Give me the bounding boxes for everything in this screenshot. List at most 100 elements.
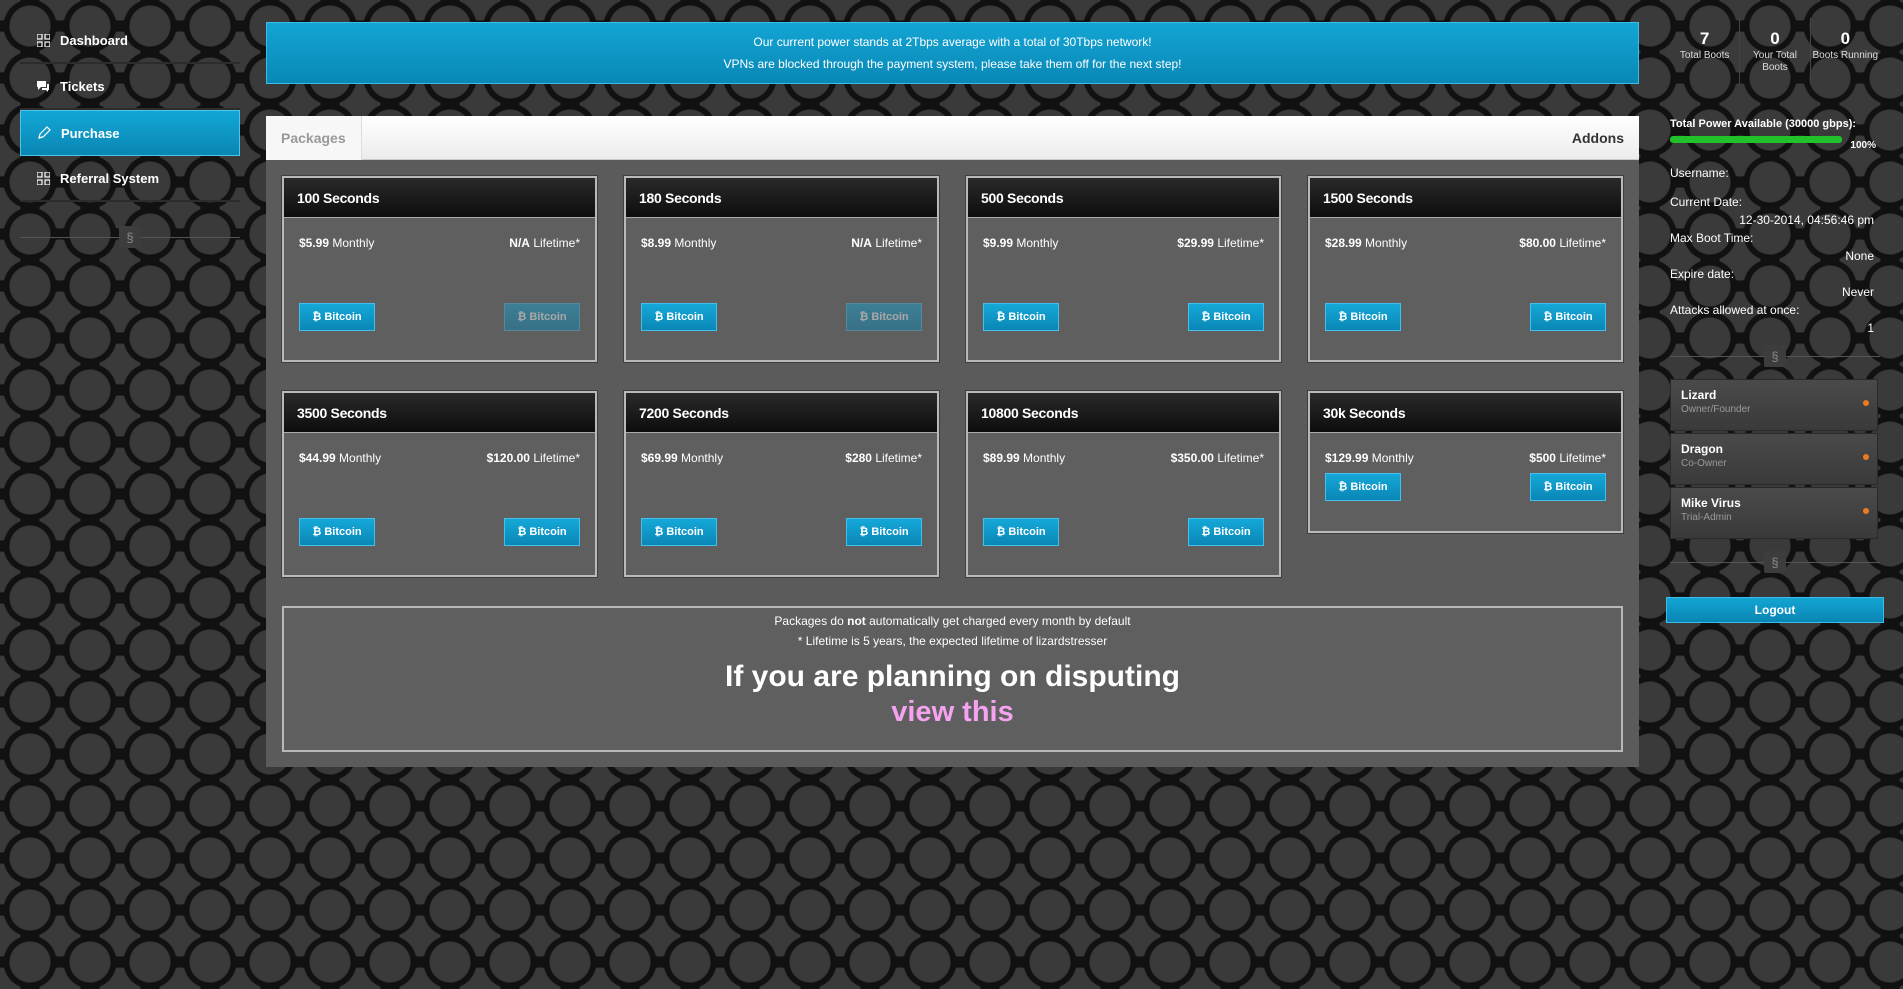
bitcoin-monthly-button[interactable]: ₿ Bitcoin [641, 518, 717, 546]
current-date-label: Current Date: [1670, 195, 1743, 209]
sidebar-item-dashboard[interactable]: Dashboard [20, 18, 240, 64]
section-icon: § [1764, 345, 1786, 367]
package-card: 1500 Seconds $28.99 Monthly $80.00 Lifet… [1308, 176, 1623, 362]
sidebar-item-label: Referral System [60, 170, 159, 186]
packages-panel: Packages Addons 100 Seconds $5.99 Monthl… [266, 115, 1639, 767]
pencil-icon [37, 126, 51, 140]
monthly-price: $69.99 Monthly [641, 451, 724, 465]
package-card: 7200 Seconds $69.99 Monthly $280 Lifetim… [624, 391, 939, 577]
bitcoin-lifetime-button[interactable]: ₿ Bitcoin [846, 303, 922, 331]
lifetime-price: $350.00 Lifetime* [1170, 451, 1264, 465]
monthly-price: $5.99 Monthly [299, 236, 375, 250]
bitcoin-monthly-button[interactable]: ₿ Bitcoin [299, 518, 375, 546]
grid-icon [36, 171, 50, 185]
package-title: 1500 Seconds [1310, 178, 1621, 218]
staff-name: Lizard [1681, 388, 1717, 402]
bitcoin-lifetime-button[interactable]: ₿ Bitcoin [504, 518, 580, 546]
staff-name: Dragon [1681, 442, 1723, 456]
right-divider: § [1670, 343, 1880, 369]
view-this-link[interactable]: view this [284, 696, 1621, 729]
monthly-price: $44.99 Monthly [299, 451, 382, 465]
monthly-price: $8.99 Monthly [641, 236, 717, 250]
attacks-label: Attacks allowed at once: [1670, 303, 1800, 317]
monthly-price: $129.99 Monthly [1325, 451, 1414, 465]
lifetime-price: $29.99 Lifetime* [1177, 236, 1264, 250]
staff-role: Co-Owner [1681, 458, 1727, 469]
tab-packages[interactable]: Packages [266, 115, 362, 160]
bitcoin-monthly-button[interactable]: ₿ Bitcoin [641, 303, 717, 331]
dispute-heading: If you are planning on disputing [725, 660, 1180, 693]
expire-value: Never [1841, 285, 1874, 299]
grid-icon [36, 33, 50, 47]
package-title: 7200 Seconds [626, 393, 937, 433]
package-title: 180 Seconds [626, 178, 937, 218]
logout-button[interactable]: Logout [1666, 597, 1884, 623]
stat-boots-running: 0 Boots Running [1812, 29, 1879, 61]
monthly-price: $28.99 Monthly [1325, 236, 1408, 250]
account-sidebar: 7 Total Boots 0 Your Total Boots 0 Boots… [1666, 18, 1884, 623]
tab-addons[interactable]: Addons [1572, 130, 1639, 146]
monthly-price: $9.99 Monthly [983, 236, 1059, 250]
lifetime-price: N/A Lifetime* [509, 236, 580, 250]
bitcoin-monthly-button[interactable]: ₿ Bitcoin [299, 303, 375, 331]
sidebar-divider: § [20, 224, 240, 250]
lifetime-price: $120.00 Lifetime* [486, 451, 580, 465]
max-boot-label: Max Boot Time: [1670, 231, 1754, 245]
bitcoin-lifetime-button[interactable]: ₿ Bitcoin [846, 518, 922, 546]
sidebar-item-label: Tickets [60, 78, 105, 94]
monthly-price: $89.99 Monthly [983, 451, 1066, 465]
max-boot-value: None [1845, 249, 1874, 263]
sidebar-item-purchase[interactable]: Purchase [20, 110, 240, 156]
bitcoin-lifetime-button[interactable]: ₿ Bitcoin [1530, 473, 1606, 501]
staff-role: Owner/Founder [1681, 404, 1751, 415]
announcement-banner: Our current power stands at 2Tbps averag… [266, 22, 1639, 84]
bitcoin-lifetime-button[interactable]: ₿ Bitcoin [1188, 518, 1264, 546]
bitcoin-monthly-button[interactable]: ₿ Bitcoin [983, 518, 1059, 546]
section-icon: § [119, 226, 141, 248]
bitcoin-lifetime-button[interactable]: ₿ Bitcoin [1188, 303, 1264, 331]
right-divider-2: § [1670, 549, 1880, 575]
banner-line-1: Our current power stands at 2Tbps averag… [753, 35, 1152, 49]
package-card: 10800 Seconds $89.99 Monthly $350.00 Lif… [966, 391, 1281, 577]
package-card: 3500 Seconds $44.99 Monthly $120.00 Life… [282, 391, 597, 577]
package-card: 180 Seconds $8.99 Monthly N/A Lifetime* … [624, 176, 939, 362]
bitcoin-lifetime-button[interactable]: ₿ Bitcoin [1530, 303, 1606, 331]
stat-total-boots: 7 Total Boots [1670, 18, 1741, 84]
current-date-value: 12-30-2014, 04:56:46 pm [1739, 213, 1874, 227]
bitcoin-lifetime-button[interactable]: ₿ Bitcoin [504, 303, 580, 331]
package-title: 30k Seconds [1310, 393, 1621, 433]
chat-icon [36, 79, 50, 93]
billing-notice: Packages do not automatically get charge… [282, 606, 1623, 752]
staff-item[interactable]: Mike Virus Trial-Admin [1670, 487, 1878, 539]
status-dot-icon [1863, 400, 1869, 406]
bitcoin-monthly-button[interactable]: ₿ Bitcoin [1325, 473, 1401, 501]
staff-item[interactable]: Dragon Co-Owner [1670, 433, 1878, 485]
lifetime-price: $500 Lifetime* [1529, 451, 1606, 465]
expire-label: Expire date: [1670, 267, 1735, 281]
status-dot-icon [1863, 454, 1869, 460]
package-title: 3500 Seconds [284, 393, 595, 433]
bitcoin-monthly-button[interactable]: ₿ Bitcoin [983, 303, 1059, 331]
sidebar-item-label: Purchase [61, 125, 120, 141]
notice-line-2: * Lifetime is 5 years, the expected life… [797, 634, 1108, 648]
power-percent: 100% [1850, 140, 1876, 151]
staff-role: Trial-Admin [1681, 512, 1732, 523]
package-title: 10800 Seconds [968, 393, 1279, 433]
staff-item[interactable]: Lizard Owner/Founder [1670, 379, 1878, 431]
status-dot-icon [1863, 508, 1869, 514]
sidebar-nav: Dashboard Tickets Purchase Referral Syst… [20, 18, 240, 250]
lifetime-price: $80.00 Lifetime* [1519, 236, 1606, 250]
staff-name: Mike Virus [1681, 496, 1741, 510]
stat-your-boots: 0 Your Total Boots [1740, 18, 1811, 84]
sidebar-item-tickets[interactable]: Tickets [20, 64, 240, 110]
package-card: 500 Seconds $9.99 Monthly $29.99 Lifetim… [966, 176, 1281, 362]
package-card: 100 Seconds $5.99 Monthly N/A Lifetime* … [282, 176, 597, 362]
sidebar-item-referral[interactable]: Referral System [20, 156, 240, 202]
attacks-value: 1 [1867, 321, 1874, 335]
bitcoin-monthly-button[interactable]: ₿ Bitcoin [1325, 303, 1401, 331]
lifetime-price: $280 Lifetime* [845, 451, 922, 465]
package-title: 500 Seconds [968, 178, 1279, 218]
boot-stats: 7 Total Boots 0 Your Total Boots 0 Boots… [1670, 18, 1880, 84]
notice-line-1: Packages do not automatically get charge… [774, 614, 1131, 628]
package-title: 100 Seconds [284, 178, 595, 218]
